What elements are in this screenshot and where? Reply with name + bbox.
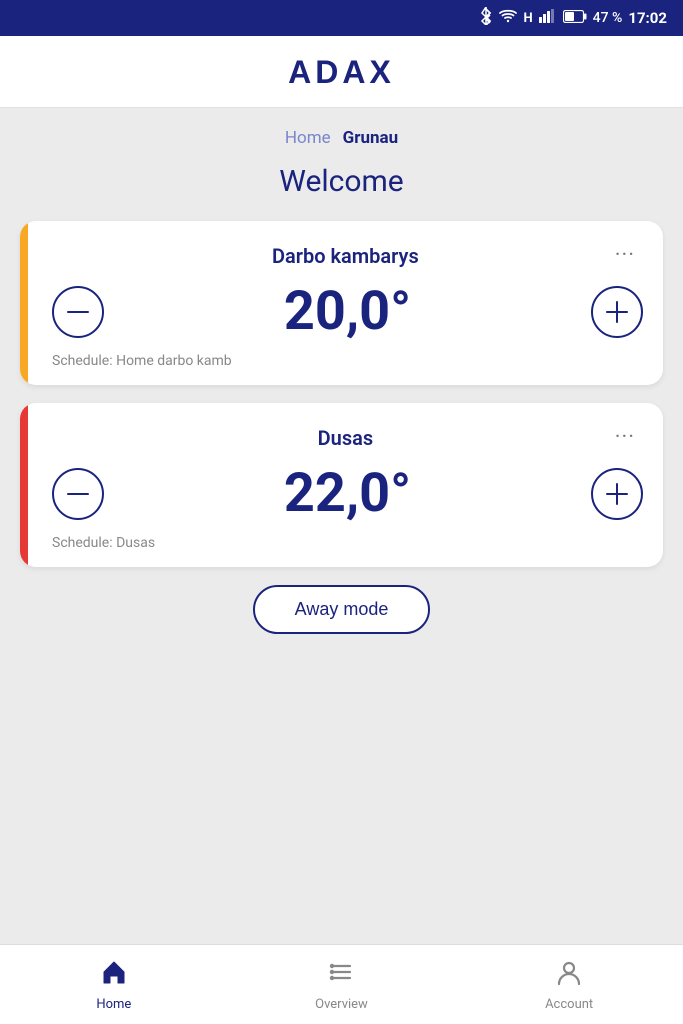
- card-schedule-1: Schedule: Dusas: [52, 535, 643, 551]
- increase-temp-1[interactable]: [591, 468, 643, 520]
- nav-label-account: Account: [545, 997, 593, 1012]
- app-logo: ADAX: [288, 54, 395, 91]
- nav-item-overview[interactable]: Overview: [301, 958, 381, 1012]
- card-controls-1: 22,0°: [52, 462, 643, 525]
- card-menu-1[interactable]: ···: [607, 421, 643, 454]
- status-icons: H 47 % 17:02: [479, 7, 667, 29]
- card-header-1: Dusas ···: [52, 421, 643, 454]
- signal-icon: H: [523, 11, 532, 26]
- status-bar: H 47 % 17:02: [0, 0, 683, 36]
- nav-label-overview: Overview: [315, 997, 368, 1012]
- temperature-0: 20,0°: [104, 280, 591, 343]
- bluetooth-icon: [479, 7, 493, 29]
- card-indicator-1: [20, 403, 28, 567]
- device-card-0: Darbo kambarys ··· 20,0° Schedule: Home …: [20, 221, 663, 385]
- card-menu-0[interactable]: ···: [607, 239, 643, 272]
- card-indicator-0: [20, 221, 28, 385]
- breadcrumb-grunau[interactable]: Grunau: [343, 128, 398, 148]
- nav-label-home: Home: [96, 997, 131, 1012]
- overview-icon: [327, 958, 355, 993]
- signal-bars-icon: [539, 9, 557, 27]
- welcome-title: Welcome: [0, 164, 683, 199]
- device-name-1: Dusas: [84, 426, 607, 450]
- device-name-0: Darbo kambarys: [84, 244, 607, 268]
- wifi-icon: [499, 9, 517, 27]
- nav-item-account[interactable]: Account: [529, 958, 609, 1012]
- away-mode-button[interactable]: Away mode: [253, 585, 431, 634]
- card-header-0: Darbo kambarys ···: [52, 239, 643, 272]
- breadcrumb-home[interactable]: Home: [285, 128, 331, 148]
- home-icon: [100, 958, 128, 993]
- away-mode-container: Away mode: [0, 585, 683, 634]
- decrease-temp-1[interactable]: [52, 468, 104, 520]
- nav-item-home[interactable]: Home: [74, 958, 154, 1012]
- battery-icon: [563, 10, 587, 27]
- app-header: ADAX: [0, 36, 683, 108]
- status-time: 17:02: [628, 9, 667, 27]
- account-icon: [555, 958, 583, 993]
- battery-percent: 47 %: [593, 10, 623, 26]
- device-card-1: Dusas ··· 22,0° Schedule: Dusas: [20, 403, 663, 567]
- card-controls-0: 20,0°: [52, 280, 643, 343]
- temperature-1: 22,0°: [104, 462, 591, 525]
- bottom-nav: Home Overview Account: [0, 944, 683, 1024]
- breadcrumb: Home Grunau: [0, 108, 683, 156]
- decrease-temp-0[interactable]: [52, 286, 104, 338]
- card-schedule-0: Schedule: Home darbo kamb: [52, 353, 643, 369]
- main-content: Home Grunau Welcome Darbo kambarys ··· 2…: [0, 108, 683, 1024]
- increase-temp-0[interactable]: [591, 286, 643, 338]
